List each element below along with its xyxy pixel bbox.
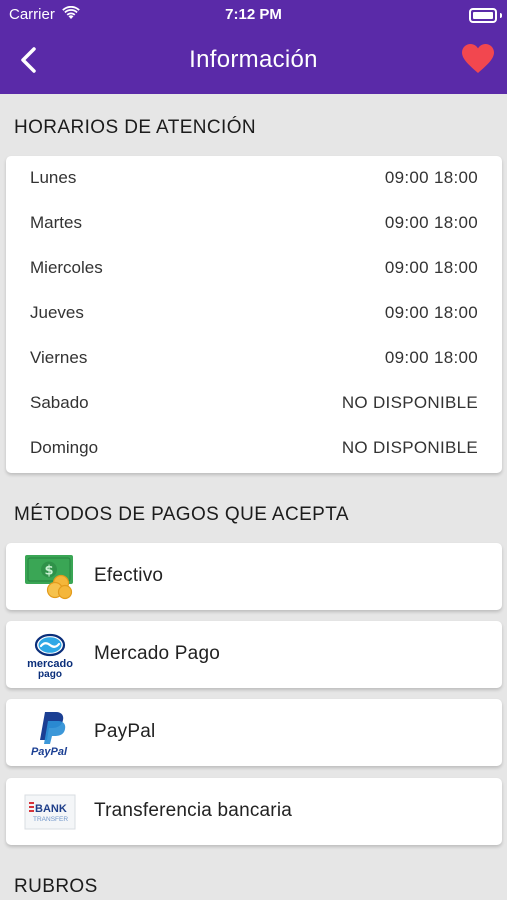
top-bar: Carrier 7:12 PM Información (0, 0, 507, 94)
hours-value: 09:00 18:00 (384, 258, 478, 277)
payment-method-cash[interactable]: $ Efectivo (6, 543, 502, 610)
day-label: Viernes (30, 348, 88, 367)
cash-icon: $ (25, 555, 73, 600)
hours-value: 09:00 18:00 (384, 213, 478, 232)
day-label: Domingo (30, 438, 99, 457)
page-title: Información (189, 46, 318, 73)
hours-value: 09:00 18:00 (384, 168, 478, 187)
favorite-button[interactable] (461, 43, 495, 75)
payment-method-bank-transfer[interactable]: BANK TRANSFER Transferencia bancaria (6, 778, 502, 845)
hours-row: Domingo NO DISPONIBLE (6, 426, 502, 471)
payment-method-label: Mercado Pago (94, 643, 220, 664)
bank-logo-text-2: TRANSFER (33, 816, 68, 823)
hours-row: Jueves 09:00 18:00 (6, 291, 502, 336)
mercado-pago-logo: mercado pago (27, 633, 73, 680)
paypal-logo-text: PayPal (31, 746, 68, 758)
payment-method-mercado-pago[interactable]: mercado pago Mercado Pago (6, 621, 502, 688)
day-label: Lunes (30, 168, 77, 187)
rubros-section-title: RUBROS (14, 876, 98, 897)
hours-section-title: HORARIOS DE ATENCIÓN (14, 117, 257, 138)
svg-text:$: $ (44, 564, 53, 579)
paypal-logo: PayPal (31, 712, 68, 758)
clock: 7:12 PM (225, 6, 282, 23)
bank-transfer-logo: BANK TRANSFER (24, 794, 76, 830)
nav-bar: Información (0, 30, 507, 94)
day-label: Martes (30, 213, 82, 232)
hours-row: Martes 09:00 18:00 (6, 201, 502, 246)
day-label: Sabado (30, 393, 89, 412)
hours-row: Viernes 09:00 18:00 (6, 336, 502, 381)
hours-row: Lunes 09:00 18:00 (6, 156, 502, 201)
payment-method-label: PayPal (94, 721, 156, 742)
mercado-logo-text-2: pago (38, 669, 62, 680)
day-label: Jueves (30, 303, 84, 322)
hours-value: 09:00 18:00 (384, 303, 478, 322)
hours-value: NO DISPONIBLE (341, 438, 478, 457)
battery-icon (469, 8, 497, 23)
hours-value: NO DISPONIBLE (341, 393, 478, 412)
status-bar: Carrier 7:12 PM (0, 0, 507, 30)
hours-row: Miercoles 09:00 18:00 (6, 246, 502, 291)
payment-method-label: Transferencia bancaria (94, 800, 293, 821)
hours-card: Lunes 09:00 18:00 Martes 09:00 18:00 Mie… (6, 156, 502, 473)
day-label: Miercoles (30, 258, 103, 277)
payments-section-title: MÉTODOS DE PAGOS QUE ACEPTA (14, 504, 349, 525)
hours-row: Sabado NO DISPONIBLE (6, 381, 502, 426)
payment-method-paypal[interactable]: PayPal PayPal (6, 699, 502, 766)
hours-value: 09:00 18:00 (384, 348, 478, 367)
bank-logo-text-1: BANK (35, 803, 67, 815)
heart-icon (462, 44, 494, 73)
payment-method-label: Efectivo (94, 565, 164, 586)
